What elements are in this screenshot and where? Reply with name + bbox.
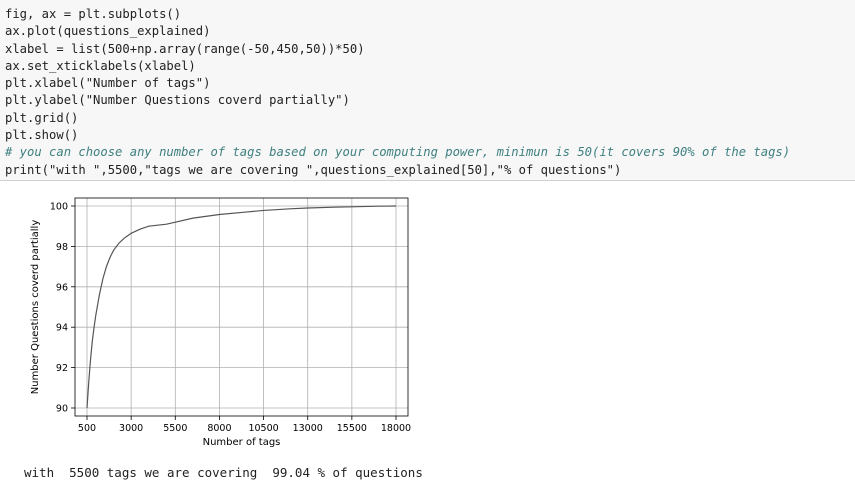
code-line: plt.grid() bbox=[5, 110, 79, 125]
y-tick-label: 96 bbox=[56, 282, 68, 293]
x-tick-label: 5500 bbox=[163, 423, 187, 434]
x-tick-label: 8000 bbox=[207, 423, 231, 434]
code-line: plt.ylabel("Number Questions coverd part… bbox=[5, 93, 350, 108]
plot-frame bbox=[74, 197, 409, 417]
y-axis-ticks: 90 92 94 96 98 100 bbox=[50, 202, 75, 415]
x-axis-label: Number of tags bbox=[203, 437, 281, 448]
y-tick-label: 94 bbox=[56, 323, 68, 334]
code-line: fig, ax = plt.subplots() bbox=[5, 7, 182, 21]
x-tick-label: 500 bbox=[78, 423, 96, 434]
code-comment-line: # you can choose any number of tags base… bbox=[5, 145, 791, 160]
series-line bbox=[86, 205, 397, 409]
x-tick-label: 10500 bbox=[248, 423, 278, 434]
x-tick-label: 15500 bbox=[337, 423, 367, 434]
x-tick-label: 3000 bbox=[119, 423, 143, 434]
print-output: with 5500 tags we are covering 99.04 % o… bbox=[24, 465, 423, 480]
code-editor[interactable]: fig, ax = plt.subplots() ax.plot(question… bbox=[5, 6, 790, 179]
line-chart: 500 3000 5500 8000 10500 13000 15500 18000 90 92… bbox=[30, 197, 411, 448]
x-tick-label: 13000 bbox=[293, 423, 323, 434]
x-axis-ticks: 500 3000 5500 8000 10500 13000 15500 18000 bbox=[78, 416, 411, 434]
grid bbox=[75, 198, 408, 416]
code-cell[interactable]: fig, ax = plt.subplots() ax.plot(question… bbox=[0, 0, 855, 181]
code-line: print("with ",5500,"tags we are covering… bbox=[5, 162, 622, 177]
y-tick-label: 90 bbox=[56, 404, 68, 415]
code-line: plt.show() bbox=[5, 128, 79, 143]
code-line: ax.set_xticklabels(xlabel) bbox=[5, 58, 196, 73]
y-tick-label: 98 bbox=[56, 242, 68, 253]
y-tick-label: 92 bbox=[56, 363, 68, 374]
code-line: ax.plot(questions_explained) bbox=[5, 24, 211, 39]
plot-output: 500 3000 5500 8000 10500 13000 15500 18000 90 92… bbox=[0, 181, 430, 451]
y-tick-label: 100 bbox=[50, 202, 68, 213]
x-tick-label: 18000 bbox=[381, 423, 411, 434]
y-axis-label: Number Questions coverd partially bbox=[30, 220, 41, 395]
code-line: xlabel = list(500+np.array(range(-50,450… bbox=[5, 41, 365, 56]
code-line: plt.xlabel("Number of tags") bbox=[5, 76, 211, 91]
